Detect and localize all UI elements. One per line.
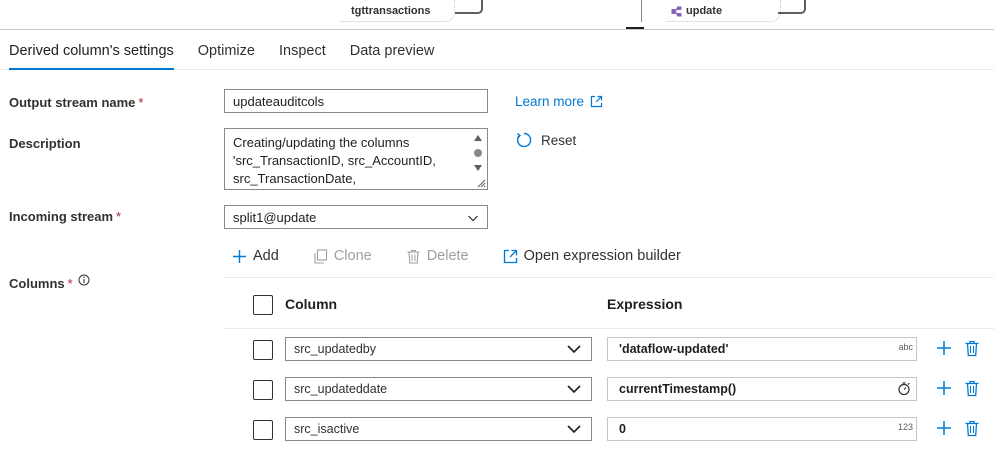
column-select[interactable]: src_updateddate [285, 377, 592, 401]
external-link-icon [503, 249, 517, 263]
grid-divider [224, 277, 994, 278]
output-stream-value: updateauditcols [233, 93, 325, 109]
reset-icon [516, 132, 532, 148]
settings-tabs: Derived column's settings Optimize Inspe… [0, 31, 994, 70]
add-label: Add [253, 248, 279, 264]
scrollbar[interactable] [472, 132, 484, 174]
description-value: Creating/updating the columns 'src_Trans… [233, 135, 436, 186]
clone-label: Clone [333, 248, 372, 264]
learn-more-link[interactable]: Learn more [515, 94, 603, 109]
add-row-icon[interactable] [936, 340, 952, 356]
clone-column-button[interactable]: Clone [313, 248, 372, 264]
output-stream-name-input[interactable]: updateauditcols [224, 89, 488, 113]
expression-input[interactable]: currentTimestamp() [607, 377, 917, 401]
row-checkbox[interactable] [253, 380, 273, 400]
delete-column-button[interactable]: Delete [406, 248, 469, 264]
incoming-stream-select[interactable]: split1@update [224, 205, 488, 229]
reset-label: Reset [541, 132, 577, 148]
delete-row-icon[interactable] [964, 380, 980, 397]
required-marker: * [138, 95, 144, 110]
expression-value: 'dataflow-updated' [619, 342, 729, 356]
tab-data-preview[interactable]: Data preview [350, 31, 435, 70]
row-checkbox[interactable] [253, 340, 273, 360]
tab-derived-column-settings[interactable]: Derived column's settings [9, 31, 174, 70]
row-checkbox[interactable] [253, 420, 273, 440]
dataflow-canvas[interactable]: tgttransactions update [0, 0, 994, 30]
required-marker: * [67, 276, 73, 291]
panel-resize-handle[interactable] [626, 27, 644, 29]
columns-label: Columns * [9, 274, 90, 291]
incoming-stream-label: Incoming stream * [9, 209, 121, 224]
learn-more-text: Learn more [515, 94, 585, 109]
type-badge-integer: 123 [897, 422, 913, 432]
add-row-icon[interactable] [936, 420, 952, 436]
expression-value: currentTimestamp() [619, 382, 737, 396]
column-select[interactable]: src_isactive [285, 417, 592, 441]
grid-header-divider [224, 328, 994, 329]
connector-line [778, 0, 806, 14]
connector-line [455, 0, 483, 14]
select-all-checkbox[interactable] [253, 295, 273, 315]
resize-grip-icon[interactable] [476, 178, 486, 188]
output-stream-label: Output stream name * [9, 95, 143, 110]
incoming-stream-label-text: Incoming stream [9, 209, 114, 224]
chevron-down-icon [567, 345, 581, 354]
delete-row-icon[interactable] [964, 420, 980, 437]
reset-button[interactable]: Reset [515, 131, 576, 149]
delete-label: Delete [426, 248, 469, 264]
type-badge-string: abc [898, 342, 913, 352]
node-label: tgttransactions [351, 5, 431, 17]
timer-icon [898, 382, 910, 396]
column-select[interactable]: src_updatedby [285, 337, 592, 361]
column-value: src_updateddate [294, 382, 388, 396]
split-icon [671, 6, 682, 16]
clone-icon [314, 248, 327, 264]
expression-header: Expression [607, 296, 683, 312]
open-expression-builder-label: Open expression builder [523, 248, 681, 264]
columns-toolbar: Add Clone Delete Open expression builder [224, 244, 707, 268]
description-textarea[interactable]: Creating/updating the columns 'src_Trans… [224, 128, 488, 190]
tab-inspect[interactable]: Inspect [279, 31, 326, 70]
column-value: src_isactive [294, 422, 360, 436]
output-stream-label-text: Output stream name [9, 95, 136, 110]
external-link-icon [590, 95, 603, 108]
node-label: update [686, 5, 723, 17]
chevron-down-icon [468, 215, 478, 222]
info-icon[interactable] [78, 274, 90, 286]
add-column-button[interactable]: Add [232, 248, 279, 264]
column-value: src_updatedby [294, 342, 377, 356]
expression-input[interactable]: 0 123 [607, 417, 917, 441]
description-label: Description [9, 136, 81, 151]
canvas-divider [641, 0, 642, 22]
tab-optimize[interactable]: Optimize [198, 31, 255, 70]
node-outline [666, 0, 781, 22]
chevron-down-icon [567, 385, 581, 394]
delete-row-icon[interactable] [964, 340, 980, 357]
columns-label-text: Columns [9, 276, 65, 291]
open-expression-builder-button[interactable]: Open expression builder [503, 248, 681, 264]
add-row-icon[interactable] [936, 380, 952, 396]
trash-icon [407, 249, 420, 264]
chevron-down-icon [567, 425, 581, 434]
column-header: Column [285, 296, 338, 312]
required-marker: * [116, 209, 122, 224]
expression-input[interactable]: 'dataflow-updated' abc [607, 337, 917, 361]
incoming-stream-value: split1@update [233, 209, 317, 225]
plus-icon [233, 249, 246, 263]
canvas-node-tgttransactions[interactable]: tgttransactions [340, 0, 455, 22]
expression-value: 0 [619, 422, 626, 436]
canvas-node-update[interactable]: update [666, 0, 781, 22]
